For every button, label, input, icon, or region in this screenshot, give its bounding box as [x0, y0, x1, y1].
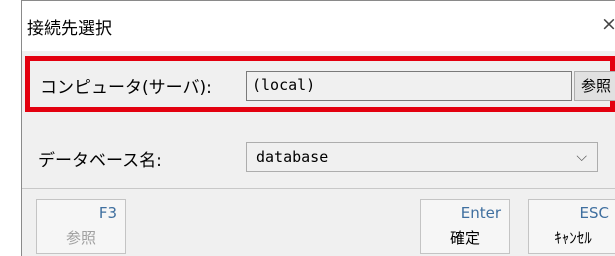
server-input[interactable]: (local): [246, 71, 572, 101]
close-icon[interactable]: ×: [601, 13, 615, 35]
esc-cancel-button[interactable]: ESC ｷｬﾝｾﾙ: [528, 199, 615, 254]
footer-separator: [22, 188, 615, 189]
browse-server-button[interactable]: 参照: [574, 71, 615, 101]
title-bar: 接続先選択 ×: [22, 1, 615, 51]
database-select[interactable]: database ⌵: [246, 142, 598, 172]
enter-confirm-button[interactable]: Enter 確定: [420, 199, 510, 254]
dialog-title: 接続先選択: [27, 19, 112, 39]
f3-key-label: F3: [98, 204, 117, 222]
database-label: データベース名:: [38, 151, 162, 171]
confirm-button-label: 確定: [449, 229, 480, 247]
f3-browse-button[interactable]: F3 参照: [36, 199, 126, 254]
connection-dialog: 接続先選択 × コンピュータ(サーバ): (local) 参照 データベース名:…: [21, 0, 615, 256]
cancel-button-label: ｷｬﾝｾﾙ: [554, 229, 592, 247]
enter-key-label: Enter: [460, 204, 501, 222]
chevron-down-icon: ⌵: [576, 149, 587, 165]
server-label: コンピュータ(サーバ):: [40, 78, 212, 98]
database-value: database: [256, 148, 329, 166]
esc-key-label: ESC: [579, 204, 609, 222]
f3-button-label: 参照: [65, 229, 96, 247]
